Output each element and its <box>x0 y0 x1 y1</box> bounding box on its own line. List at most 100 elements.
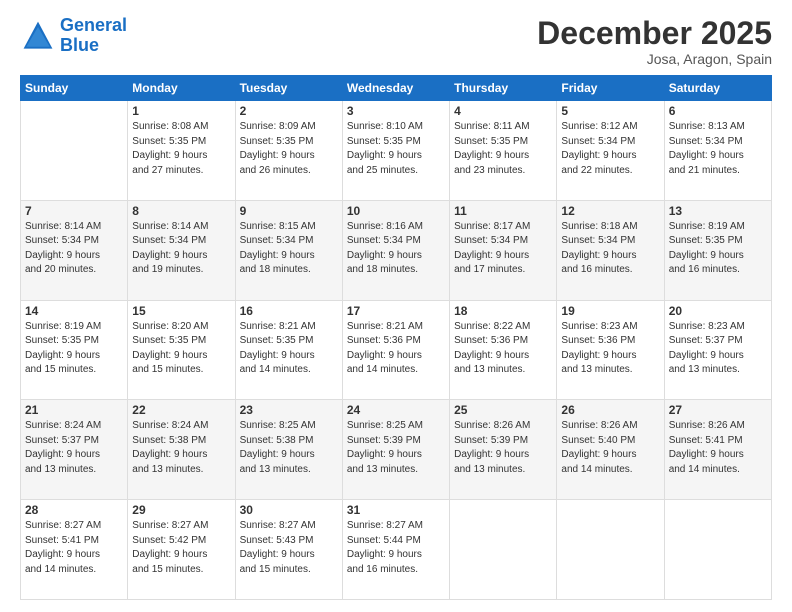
calendar-cell: 14Sunrise: 8:19 AM Sunset: 5:35 PM Dayli… <box>21 300 128 400</box>
day-info: Sunrise: 8:18 AM Sunset: 5:34 PM Dayligh… <box>561 220 659 278</box>
logo-blue: Blue <box>60 35 99 55</box>
day-info: Sunrise: 8:22 AM Sunset: 5:36 PM Dayligh… <box>454 320 552 378</box>
header: General Blue December 2025 Josa, Aragon,… <box>20 16 772 67</box>
logo-text: General Blue <box>60 16 127 56</box>
calendar-week-2: 7Sunrise: 8:14 AM Sunset: 5:34 PM Daylig… <box>21 200 772 300</box>
day-info: Sunrise: 8:24 AM Sunset: 5:38 PM Dayligh… <box>132 419 230 477</box>
day-info: Sunrise: 8:26 AM Sunset: 5:41 PM Dayligh… <box>669 419 767 477</box>
col-saturday: Saturday <box>664 76 771 101</box>
calendar-cell: 17 Sunrise: 8:21 AM Sunset: 5:36 PM Dayli… <box>342 300 449 400</box>
day-info: Sunrise: 8:27 AM Sunset: 5:42 PM Dayligh… <box>132 519 230 577</box>
day-number: 3 <box>347 104 445 118</box>
calendar-cell: 9 Sunrise: 8:15 AM Sunset: 5:34 PM Daylig… <box>235 200 342 300</box>
day-info: Sunrise: 8:26 AM Sunset: 5:39 PM Dayligh… <box>454 419 552 477</box>
calendar-cell <box>664 500 771 600</box>
col-monday: Monday <box>128 76 235 101</box>
logo: General Blue <box>20 16 127 56</box>
day-number: 20 <box>669 304 767 318</box>
calendar-cell: 24 Sunrise: 8:25 AM Sunset: 5:39 PM Dayli… <box>342 400 449 500</box>
calendar-header-row: Sunday Monday Tuesday Wednesday Thursday… <box>21 76 772 101</box>
day-info: Sunrise: 8:27 AM Sunset: 5:43 PM Dayligh… <box>240 519 338 577</box>
day-number: 6 <box>669 104 767 118</box>
calendar-table: Sunday Monday Tuesday Wednesday Thursday… <box>20 75 772 600</box>
day-number: 7 <box>25 204 123 218</box>
day-number: 19 <box>561 304 659 318</box>
col-wednesday: Wednesday <box>342 76 449 101</box>
day-info: Sunrise: 8:15 AM Sunset: 5:34 PM Dayligh… <box>240 220 338 278</box>
day-info: Sunrise: 8:27 AM Sunset: 5:44 PM Dayligh… <box>347 519 445 577</box>
day-number: 17 <box>347 304 445 318</box>
calendar-cell: 25Sunrise: 8:26 AM Sunset: 5:39 PM Dayli… <box>450 400 557 500</box>
day-number: 4 <box>454 104 552 118</box>
day-number: 21 <box>25 403 123 417</box>
day-info: Sunrise: 8:10 AM Sunset: 5:35 PM Dayligh… <box>347 120 445 178</box>
day-number: 8 <box>132 204 230 218</box>
calendar-week-1: 1 Sunrise: 8:08 AM Sunset: 5:35 PM Daylig… <box>21 101 772 201</box>
main-title: December 2025 <box>537 16 772 51</box>
col-thursday: Thursday <box>450 76 557 101</box>
day-info: Sunrise: 8:08 AM Sunset: 5:35 PM Dayligh… <box>132 120 230 178</box>
calendar-week-4: 21 Sunrise: 8:24 AM Sunset: 5:37 PM Dayli… <box>21 400 772 500</box>
day-number: 26 <box>561 403 659 417</box>
calendar-cell: 6 Sunrise: 8:13 AM Sunset: 5:34 PM Daylig… <box>664 101 771 201</box>
day-number: 14 <box>25 304 123 318</box>
calendar-cell: 16 Sunrise: 8:21 AM Sunset: 5:35 PM Dayli… <box>235 300 342 400</box>
calendar-cell: 8Sunrise: 8:14 AM Sunset: 5:34 PM Daylig… <box>128 200 235 300</box>
day-info: Sunrise: 8:13 AM Sunset: 5:34 PM Dayligh… <box>669 120 767 178</box>
day-info: Sunrise: 8:24 AM Sunset: 5:37 PM Dayligh… <box>25 419 123 477</box>
day-number: 5 <box>561 104 659 118</box>
calendar-cell: 10 Sunrise: 8:16 AM Sunset: 5:34 PM Dayli… <box>342 200 449 300</box>
day-number: 11 <box>454 204 552 218</box>
day-info: Sunrise: 8:25 AM Sunset: 5:39 PM Dayligh… <box>347 419 445 477</box>
day-info: Sunrise: 8:12 AM Sunset: 5:34 PM Dayligh… <box>561 120 659 178</box>
day-number: 30 <box>240 503 338 517</box>
calendar-cell <box>557 500 664 600</box>
col-sunday: Sunday <box>21 76 128 101</box>
day-info: Sunrise: 8:21 AM Sunset: 5:36 PM Dayligh… <box>347 320 445 378</box>
day-number: 15 <box>132 304 230 318</box>
calendar-cell: 23Sunrise: 8:25 AM Sunset: 5:38 PM Dayli… <box>235 400 342 500</box>
calendar-cell <box>21 101 128 201</box>
day-info: Sunrise: 8:11 AM Sunset: 5:35 PM Dayligh… <box>454 120 552 178</box>
day-number: 31 <box>347 503 445 517</box>
day-number: 27 <box>669 403 767 417</box>
calendar-cell: 11 Sunrise: 8:17 AM Sunset: 5:34 PM Dayli… <box>450 200 557 300</box>
calendar-cell: 29Sunrise: 8:27 AM Sunset: 5:42 PM Dayli… <box>128 500 235 600</box>
calendar-cell: 2 Sunrise: 8:09 AM Sunset: 5:35 PM Daylig… <box>235 101 342 201</box>
day-info: Sunrise: 8:16 AM Sunset: 5:34 PM Dayligh… <box>347 220 445 278</box>
calendar-cell: 31 Sunrise: 8:27 AM Sunset: 5:44 PM Dayli… <box>342 500 449 600</box>
day-info: Sunrise: 8:27 AM Sunset: 5:41 PM Dayligh… <box>25 519 123 577</box>
day-number: 16 <box>240 304 338 318</box>
logo-icon <box>20 18 56 54</box>
day-number: 2 <box>240 104 338 118</box>
calendar-cell: 28Sunrise: 8:27 AM Sunset: 5:41 PM Dayli… <box>21 500 128 600</box>
day-number: 24 <box>347 403 445 417</box>
calendar-cell: 27 Sunrise: 8:26 AM Sunset: 5:41 PM Dayli… <box>664 400 771 500</box>
day-number: 10 <box>347 204 445 218</box>
day-number: 18 <box>454 304 552 318</box>
col-tuesday: Tuesday <box>235 76 342 101</box>
day-info: Sunrise: 8:23 AM Sunset: 5:36 PM Dayligh… <box>561 320 659 378</box>
calendar-cell: 26 Sunrise: 8:26 AM Sunset: 5:40 PM Dayli… <box>557 400 664 500</box>
calendar-cell: 7Sunrise: 8:14 AM Sunset: 5:34 PM Daylig… <box>21 200 128 300</box>
calendar-cell: 22Sunrise: 8:24 AM Sunset: 5:38 PM Dayli… <box>128 400 235 500</box>
day-number: 12 <box>561 204 659 218</box>
col-friday: Friday <box>557 76 664 101</box>
day-info: Sunrise: 8:17 AM Sunset: 5:34 PM Dayligh… <box>454 220 552 278</box>
subtitle: Josa, Aragon, Spain <box>537 51 772 67</box>
calendar-cell: 19 Sunrise: 8:23 AM Sunset: 5:36 PM Dayli… <box>557 300 664 400</box>
day-info: Sunrise: 8:26 AM Sunset: 5:40 PM Dayligh… <box>561 419 659 477</box>
day-number: 1 <box>132 104 230 118</box>
page: General Blue December 2025 Josa, Aragon,… <box>0 0 792 612</box>
logo-general: General <box>60 15 127 35</box>
day-info: Sunrise: 8:09 AM Sunset: 5:35 PM Dayligh… <box>240 120 338 178</box>
day-number: 13 <box>669 204 767 218</box>
calendar-week-5: 28Sunrise: 8:27 AM Sunset: 5:41 PM Dayli… <box>21 500 772 600</box>
calendar-cell: 12 Sunrise: 8:18 AM Sunset: 5:34 PM Dayli… <box>557 200 664 300</box>
calendar-cell: 5 Sunrise: 8:12 AM Sunset: 5:34 PM Daylig… <box>557 101 664 201</box>
day-info: Sunrise: 8:21 AM Sunset: 5:35 PM Dayligh… <box>240 320 338 378</box>
day-info: Sunrise: 8:20 AM Sunset: 5:35 PM Dayligh… <box>132 320 230 378</box>
calendar-cell: 20Sunrise: 8:23 AM Sunset: 5:37 PM Dayli… <box>664 300 771 400</box>
calendar-cell: 21 Sunrise: 8:24 AM Sunset: 5:37 PM Dayli… <box>21 400 128 500</box>
day-number: 9 <box>240 204 338 218</box>
